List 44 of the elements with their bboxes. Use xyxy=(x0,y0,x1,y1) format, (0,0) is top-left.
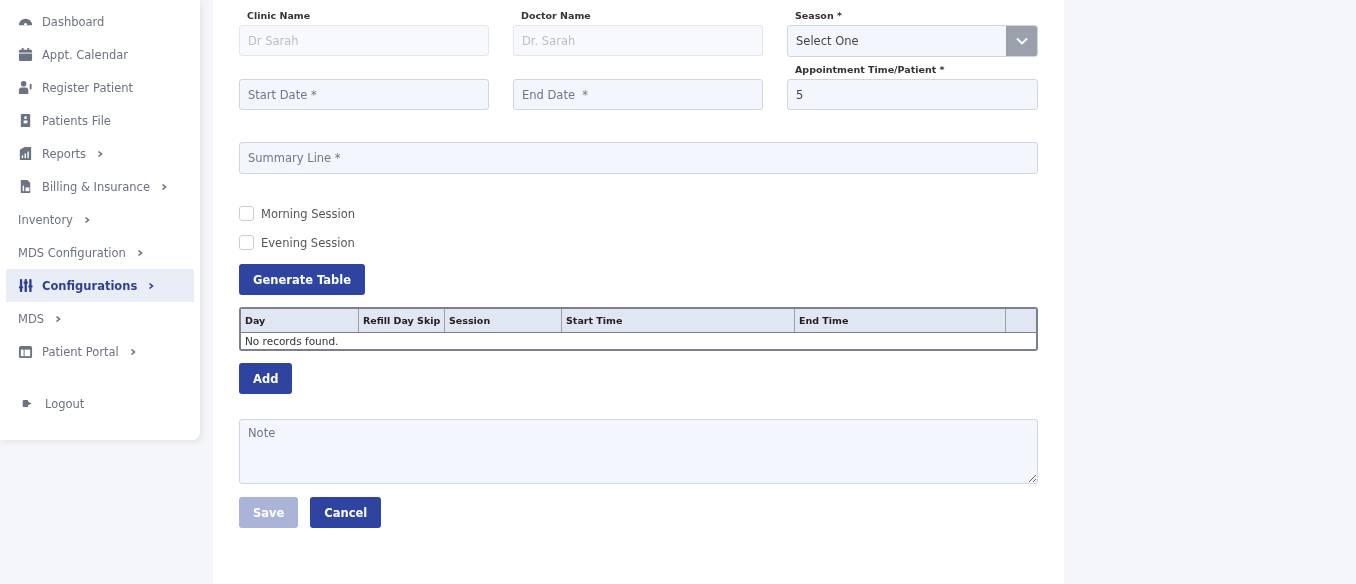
sidebar-item[interactable]: Patient Portal xyxy=(6,335,194,368)
sidebar-item[interactable]: Register Patient xyxy=(6,71,194,104)
summary-field[interactable]: Summary Line * xyxy=(239,142,1038,174)
bill-icon xyxy=(18,179,33,194)
column-header: Start Time xyxy=(562,309,795,332)
cancel-button[interactable]: Cancel xyxy=(310,497,382,528)
input-field[interactable]: 5 xyxy=(787,79,1038,110)
chevron-down-icon xyxy=(1015,37,1028,45)
person-icon xyxy=(18,80,33,95)
sidebar-item[interactable]: Appt. Calendar xyxy=(6,38,194,71)
sidebar-item[interactable]: Reports xyxy=(6,137,194,170)
checkbox-label: Evening Session xyxy=(261,235,355,250)
input-field[interactable]: Start Date * xyxy=(239,79,489,110)
column-header: Session xyxy=(445,309,562,332)
logout-icon xyxy=(22,398,33,409)
input-field[interactable]: End Date * xyxy=(513,79,763,110)
sidebar-item[interactable]: MDS xyxy=(6,302,194,335)
portal-icon xyxy=(18,344,33,359)
season-select[interactable]: Select One xyxy=(787,25,1038,57)
empty-message: No records found. xyxy=(245,335,339,347)
checkbox[interactable] xyxy=(239,235,254,250)
add-button[interactable]: Add xyxy=(239,363,293,394)
sidebar-item[interactable]: MDS Configuration xyxy=(6,236,194,269)
chart-icon xyxy=(18,146,33,161)
file-icon xyxy=(18,113,33,128)
sidebar-item[interactable]: Patients File xyxy=(6,104,194,137)
sidebar-item[interactable]: Configurations xyxy=(6,269,194,302)
column-header: End Time xyxy=(795,309,1006,332)
logout-link[interactable]: Logout xyxy=(6,387,194,420)
note-field[interactable]: Note xyxy=(239,419,1038,484)
generate-table-button[interactable]: Generate Table xyxy=(239,264,366,295)
checkbox-label: Morning Session xyxy=(261,206,356,221)
field-label: Doctor Name xyxy=(520,9,592,23)
column-header: Refill Day Skip xyxy=(359,309,445,332)
checkbox[interactable] xyxy=(239,206,254,221)
field-label: Clinic Name xyxy=(246,9,312,23)
sidebar-item[interactable]: Inventory xyxy=(6,203,194,236)
calendar-icon xyxy=(18,47,33,62)
sliders-icon xyxy=(18,278,33,293)
field-label: Season * xyxy=(794,9,843,23)
column-header: Day xyxy=(241,309,359,332)
field-label: Appointment Time/Patient * xyxy=(794,63,946,77)
sidebar-item[interactable]: Billing & Insurance xyxy=(6,170,194,203)
sidebar-item[interactable]: Dashboard xyxy=(6,5,194,38)
